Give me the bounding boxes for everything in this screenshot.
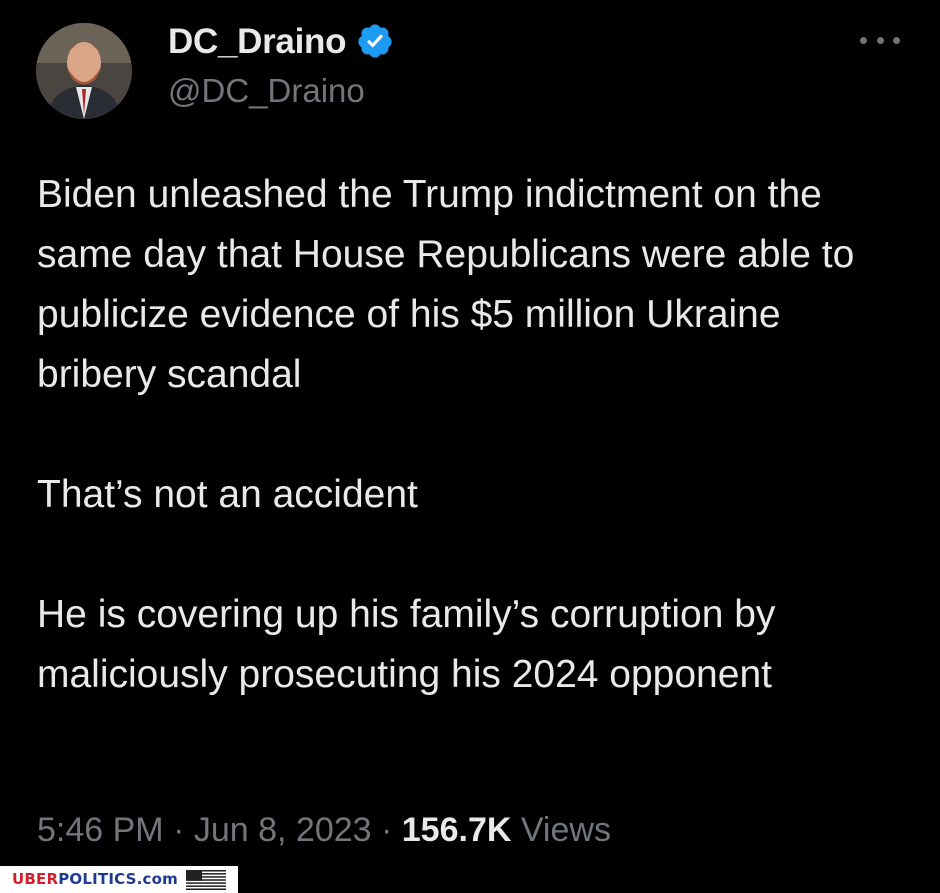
author-name-row: DC_Draino [168,22,394,60]
watermark-text: UBERPOLITICS.com [12,872,178,887]
tweet-text: Biden unleashed the Trump indictment on … [37,173,855,696]
watermark-part-1: UBER [12,870,59,888]
author-handle[interactable]: @DC_Draino [168,74,365,107]
author-display-name[interactable]: DC_Draino [168,24,346,59]
more-dot-icon [876,36,884,44]
tweet-date[interactable]: Jun 8, 2023 [194,811,372,849]
verified-badge-icon [358,24,392,58]
us-flag-icon [185,869,226,890]
more-options-icon[interactable] [860,32,900,48]
site-watermark: UBERPOLITICS.com [0,866,238,893]
views-count[interactable]: 156.7K [402,811,512,849]
tweet-time[interactable]: 5:46 PM [37,811,164,849]
tweet-meta: 5:46 PM · Jun 8, 2023 · 156.7K Views [37,808,611,852]
meta-separator: · [371,811,402,849]
more-dot-icon [893,36,900,44]
views-label: Views [520,811,611,849]
author-avatar[interactable] [36,23,132,119]
watermark-part-2: POLITICS.com [58,870,178,888]
meta-separator: · [163,811,194,849]
avatar-image [36,23,132,119]
more-dot-icon [860,36,867,44]
